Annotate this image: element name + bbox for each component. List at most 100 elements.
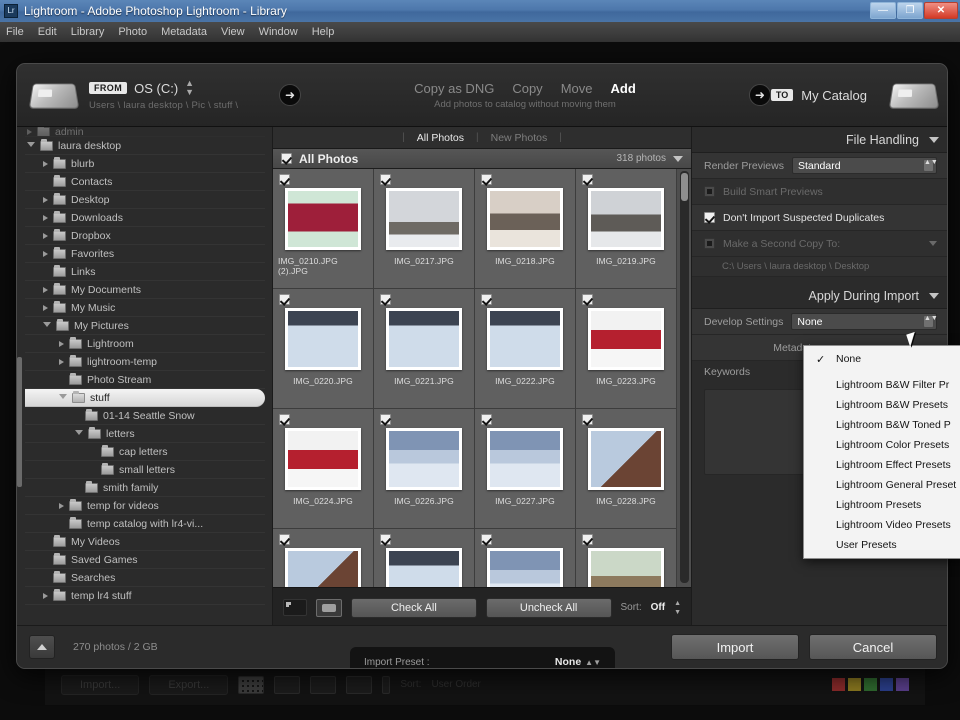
folder-tree-item[interactable]: cap letters bbox=[25, 443, 265, 461]
folder-tree-item[interactable]: Downloads bbox=[25, 209, 265, 227]
menu-item-metadata[interactable]: Metadata bbox=[161, 26, 207, 38]
twisty-closed-icon[interactable] bbox=[43, 215, 48, 221]
twisty-closed-icon[interactable] bbox=[43, 161, 48, 167]
source-stepper-icon[interactable]: ▲▼ bbox=[185, 79, 194, 97]
folder-tree-item[interactable]: blurb bbox=[25, 155, 265, 173]
thumbnail-cell[interactable] bbox=[273, 529, 374, 587]
dropdown-menu-item[interactable]: Lightroom Video Presets bbox=[804, 515, 960, 535]
check-all-button[interactable]: Check All bbox=[351, 598, 477, 618]
thumbnail-cell[interactable]: IMG_0217.JPG bbox=[374, 169, 475, 289]
source-name[interactable]: OS (C:) bbox=[134, 81, 178, 96]
thumbnail-image[interactable] bbox=[386, 308, 462, 370]
folder-tree-item[interactable]: small letters bbox=[25, 461, 265, 479]
import-button[interactable]: Import bbox=[671, 634, 799, 660]
thumbnail-checkbox[interactable] bbox=[279, 414, 290, 425]
thumbnail-image[interactable] bbox=[386, 188, 462, 250]
close-button[interactable]: ✕ bbox=[924, 2, 958, 19]
tab-all-photos[interactable]: All Photos bbox=[409, 131, 472, 145]
thumbnail-checkbox[interactable] bbox=[481, 174, 492, 185]
folder-tree-item[interactable]: Desktop bbox=[25, 191, 265, 209]
thumbnail-cell[interactable]: IMG_0210.JPG (2).JPG bbox=[273, 169, 374, 289]
folder-tree-item[interactable]: Searches bbox=[25, 569, 265, 587]
folder-tree-item[interactable]: stuff bbox=[25, 389, 265, 407]
file-handling-chevron-down-icon[interactable] bbox=[929, 137, 939, 143]
destination-selector[interactable]: TO My Catalog bbox=[771, 88, 867, 103]
twisty-closed-icon[interactable] bbox=[43, 287, 48, 293]
thumbnail-cell[interactable]: IMG_0228.JPG bbox=[576, 409, 677, 529]
thumbnail-image[interactable] bbox=[487, 188, 563, 250]
folder-tree-item[interactable]: temp lr4 stuff bbox=[25, 587, 265, 605]
thumbnail-image[interactable] bbox=[285, 188, 361, 250]
thumbnail-checkbox[interactable] bbox=[582, 534, 593, 545]
folder-tree-item[interactable]: temp for videos bbox=[25, 497, 265, 515]
import-preset-value[interactable]: None bbox=[555, 656, 581, 668]
menu-item-file[interactable]: File bbox=[6, 26, 24, 38]
menu-item-view[interactable]: View bbox=[221, 26, 245, 38]
thumbnail-checkbox[interactable] bbox=[582, 294, 593, 305]
twisty-closed-icon[interactable] bbox=[27, 129, 32, 135]
import-preset-pod[interactable]: Import Preset : None ▲▼ bbox=[350, 647, 615, 669]
dont-import-duplicates-row[interactable]: Don't Import Suspected Duplicates bbox=[692, 205, 948, 231]
develop-settings-select[interactable]: None ▲▼ bbox=[791, 313, 937, 330]
grid-header-checkbox[interactable] bbox=[281, 153, 292, 164]
thumbnail-image[interactable] bbox=[588, 548, 664, 587]
make-second-copy-chevron-down-icon[interactable] bbox=[929, 241, 937, 246]
maximize-button[interactable]: ❐ bbox=[897, 2, 923, 19]
folder-tree-item[interactable]: My Videos bbox=[25, 533, 265, 551]
folder-tree-item[interactable]: My Documents bbox=[25, 281, 265, 299]
thumbnail-cell[interactable]: IMG_0227.JPG bbox=[475, 409, 576, 529]
make-second-copy-row[interactable]: Make a Second Copy To: bbox=[692, 231, 948, 257]
folder-tree-item[interactable]: Saved Games bbox=[25, 551, 265, 569]
thumbnail-cell[interactable]: IMG_0220.JPG bbox=[273, 289, 374, 409]
thumbnail-cell[interactable] bbox=[374, 529, 475, 587]
twisty-closed-icon[interactable] bbox=[59, 503, 64, 509]
develop-settings-stepper-icon[interactable]: ▲▼ bbox=[923, 315, 934, 328]
render-previews-select[interactable]: Standard ▲▼ bbox=[792, 157, 937, 174]
thumbnail-image[interactable] bbox=[588, 188, 664, 250]
thumbnail-cell[interactable] bbox=[475, 529, 576, 587]
twisty-open-icon[interactable] bbox=[59, 394, 67, 402]
menu-item-window[interactable]: Window bbox=[259, 26, 298, 38]
thumbnail-image[interactable] bbox=[386, 428, 462, 490]
menu-item-help[interactable]: Help bbox=[312, 26, 335, 38]
folder-tree-item[interactable]: My Pictures bbox=[25, 317, 265, 335]
twisty-closed-icon[interactable] bbox=[43, 593, 48, 599]
folder-tree-item[interactable]: Photo Stream bbox=[25, 371, 265, 389]
folder-tree-item[interactable]: Links bbox=[25, 263, 265, 281]
minimize-button[interactable]: — bbox=[870, 2, 896, 19]
thumbnail-image[interactable] bbox=[285, 428, 361, 490]
grid-header-chevron-down-icon[interactable] bbox=[673, 156, 683, 162]
thumbnail-cell[interactable]: IMG_0224.JPG bbox=[273, 409, 374, 529]
folder-tree-item[interactable]: Favorites bbox=[25, 245, 265, 263]
import-preset-stepper-icon[interactable]: ▲▼ bbox=[585, 658, 601, 667]
twisty-open-icon[interactable] bbox=[27, 142, 35, 150]
thumbnail-cell[interactable]: IMG_0226.JPG bbox=[374, 409, 475, 529]
folder-tree-item[interactable]: Lightroom bbox=[25, 335, 265, 353]
twisty-closed-icon[interactable] bbox=[43, 233, 48, 239]
thumbnail-cell[interactable] bbox=[576, 529, 677, 587]
build-smart-previews-checkbox[interactable] bbox=[704, 186, 715, 197]
thumbnail-cell[interactable]: IMG_0223.JPG bbox=[576, 289, 677, 409]
cancel-button[interactable]: Cancel bbox=[809, 634, 937, 660]
dont-import-duplicates-checkbox[interactable] bbox=[704, 212, 715, 223]
thumbnail-checkbox[interactable] bbox=[279, 294, 290, 305]
destination-name[interactable]: My Catalog bbox=[801, 88, 867, 103]
grid-view-icon[interactable] bbox=[283, 599, 307, 616]
folder-tree-item[interactable]: 01-14 Seattle Snow bbox=[25, 407, 265, 425]
thumbnail-checkbox[interactable] bbox=[582, 174, 593, 185]
twisty-closed-icon[interactable] bbox=[43, 197, 48, 203]
folder-tree-item[interactable]: admin bbox=[25, 127, 265, 137]
thumbnail-checkbox[interactable] bbox=[481, 414, 492, 425]
apply-during-import-chevron-down-icon[interactable] bbox=[929, 293, 939, 299]
folder-tree-item[interactable]: letters bbox=[25, 425, 265, 443]
mode-copy-as-dng[interactable]: Copy as DNG bbox=[414, 81, 494, 96]
twisty-open-icon[interactable] bbox=[43, 322, 51, 330]
thumbnail-image[interactable] bbox=[487, 428, 563, 490]
tab-new-photos[interactable]: New Photos bbox=[483, 131, 556, 145]
thumbnail-checkbox[interactable] bbox=[582, 414, 593, 425]
dropdown-menu-item[interactable]: Lightroom Color Presets bbox=[804, 435, 960, 455]
sort-value[interactable]: Off bbox=[651, 602, 665, 613]
mode-add[interactable]: Add bbox=[610, 81, 635, 96]
menu-item-photo[interactable]: Photo bbox=[118, 26, 147, 38]
twisty-open-icon[interactable] bbox=[75, 430, 83, 438]
